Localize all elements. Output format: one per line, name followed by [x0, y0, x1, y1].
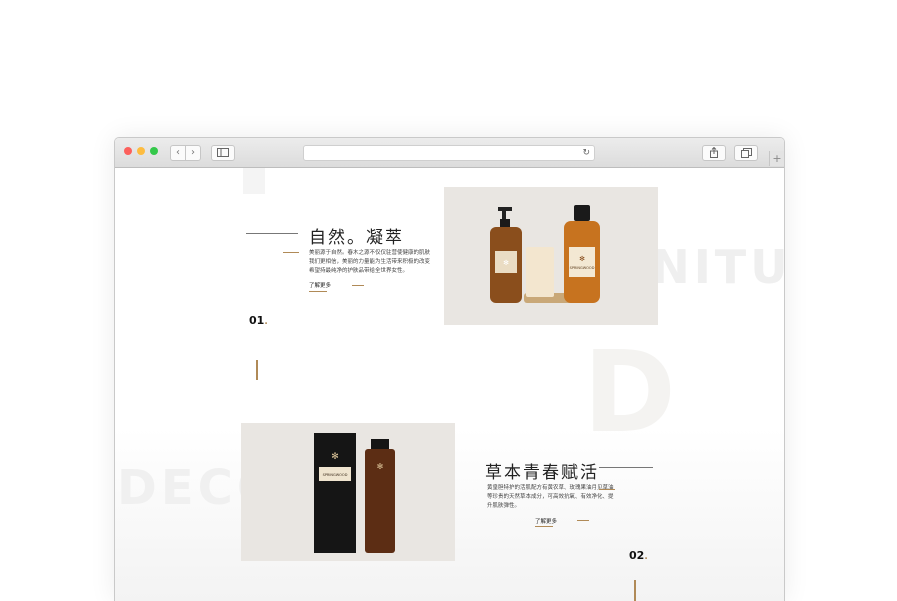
section1-number: 01. — [249, 314, 268, 327]
title-rule-left — [246, 233, 298, 234]
section1-number-text: 01 — [249, 314, 265, 327]
page-viewport: FURNITU D DECOR 自然。凝萃 美丽源于自然。春木之源不仅仅驻营使健… — [115, 168, 784, 601]
sidebar-icon — [217, 148, 229, 157]
section1-product-image: ✻ ✻ SPRINGWOOD — [444, 187, 658, 325]
maximize-window-button[interactable] — [150, 147, 158, 155]
bottle-brand-label: SPRINGWOOD — [570, 266, 595, 270]
section2-title: 草本青春赋活 — [485, 463, 599, 483]
accent-dash-2 — [599, 489, 615, 490]
section1-description: 美丽源于自然。春木之源不仅仅驻营使健康的肌肤我们更相信，美丽的力量能为生活带来积… — [309, 250, 431, 274]
sidebar-toggle-button[interactable] — [211, 145, 235, 161]
browser-window: ‹ › ↻ + FURNITU D DECOR 自然。凝萃 美丽源于自然。春木之… — [114, 137, 785, 601]
box-brand-label: SPRINGWOOD — [323, 473, 348, 477]
reload-icon[interactable]: ↻ — [582, 146, 590, 160]
amber-bottles-illustration: ✻ ✻ SPRINGWOOD — [490, 205, 600, 303]
address-bar[interactable]: ↻ — [303, 145, 595, 161]
tabs-overview-button[interactable] — [734, 145, 758, 161]
browser-toolbar: ‹ › ↻ + — [115, 138, 784, 168]
section2-description: 黄皇胆特护的活肌配方有黄农草、玫瑰果油月见草油等珍贵的天然草本成分，可高效抗氧、… — [487, 485, 614, 509]
share-icon — [710, 146, 718, 158]
section1-learn-more-link[interactable]: 了解更多 — [309, 281, 331, 289]
svg-text:✻: ✻ — [377, 462, 384, 471]
section2-number: 02. — [629, 549, 648, 562]
new-tab-button[interactable]: + — [769, 151, 784, 166]
section1-divider — [256, 360, 258, 380]
tabs-icon — [740, 148, 752, 158]
learn-more-underline — [309, 291, 327, 292]
accent-dash — [283, 252, 299, 253]
chevron-left-icon: ‹ — [176, 147, 180, 158]
section2-number-dot: . — [644, 552, 648, 562]
section2-divider — [634, 580, 636, 601]
svg-text:✻: ✻ — [331, 452, 339, 462]
section1-number-dot: . — [264, 317, 268, 327]
learn-more-underline-2 — [535, 526, 553, 527]
black-box-bottle-illustration: ✻ SPRINGWOOD ✻ — [314, 433, 395, 553]
svg-text:✻: ✻ — [503, 259, 509, 267]
section2-product-image: ✻ SPRINGWOOD ✻ — [241, 423, 455, 561]
svg-text:✻: ✻ — [579, 255, 585, 263]
section1-title: 自然。凝萃 — [309, 228, 404, 248]
section2-number-text: 02 — [629, 549, 645, 562]
decorative-block — [243, 168, 265, 194]
chevron-right-icon: › — [191, 147, 195, 158]
forward-button[interactable]: › — [185, 145, 201, 161]
close-window-button[interactable] — [124, 147, 132, 155]
share-button[interactable] — [702, 145, 726, 161]
minimize-window-button[interactable] — [137, 147, 145, 155]
arrow-right-icon-2[interactable] — [577, 520, 589, 521]
title-rule-right — [599, 467, 653, 468]
arrow-right-icon[interactable] — [352, 285, 364, 286]
plus-icon: + — [772, 152, 782, 165]
background-letter: D — [583, 328, 680, 458]
back-button[interactable]: ‹ — [170, 145, 186, 161]
section2-learn-more-link[interactable]: 了解更多 — [535, 517, 557, 525]
